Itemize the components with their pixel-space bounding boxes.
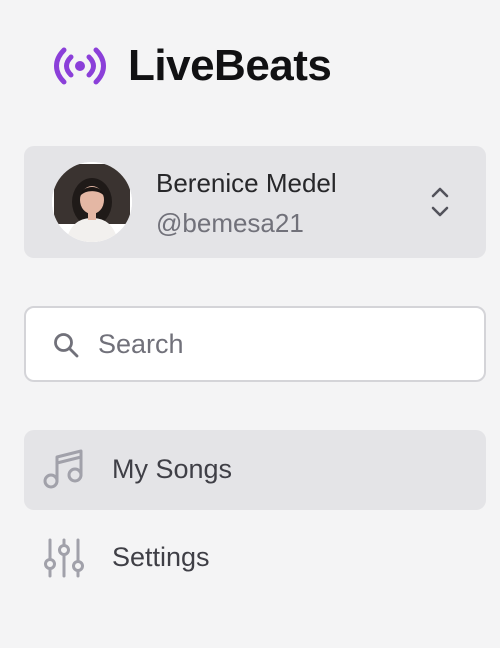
nav-label-settings: Settings xyxy=(112,542,210,572)
app-name: LiveBeats xyxy=(128,41,332,90)
search-icon xyxy=(52,331,80,359)
sliders-icon xyxy=(42,536,86,580)
chevron-up-down-icon xyxy=(428,184,452,220)
app-logo[interactable]: LiveBeats xyxy=(52,38,332,94)
search-input[interactable] xyxy=(98,308,478,380)
nav-item-settings[interactable]: Settings xyxy=(24,518,486,598)
broadcast-icon xyxy=(52,38,108,94)
user-handle: @bemesa21 xyxy=(156,208,304,238)
user-menu-button[interactable]: Berenice Medel @bemesa21 xyxy=(24,146,486,258)
avatar xyxy=(52,162,132,242)
user-name: Berenice Medel xyxy=(156,168,337,198)
nav-item-my-songs[interactable]: My Songs xyxy=(24,430,486,510)
nav-label-my-songs: My Songs xyxy=(112,454,233,484)
music-note-icon xyxy=(42,448,86,492)
search-box[interactable] xyxy=(24,306,486,382)
